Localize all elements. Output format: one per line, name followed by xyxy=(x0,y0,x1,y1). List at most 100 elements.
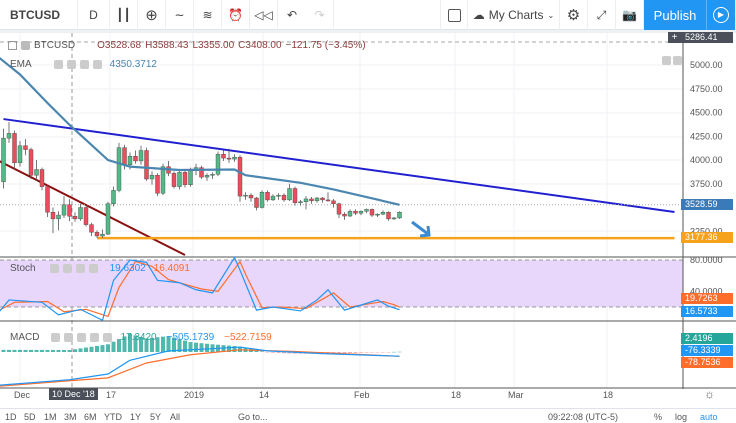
settings-icon[interactable] xyxy=(64,333,74,342)
candle xyxy=(83,207,89,225)
candle xyxy=(386,212,391,220)
log-toggle[interactable]: log xyxy=(675,412,687,422)
macd-histogram-bar xyxy=(12,349,17,352)
add-icon[interactable]: ⊕ xyxy=(138,0,166,30)
fullscreen-icon[interactable]: ⤢ xyxy=(588,0,616,30)
candle xyxy=(160,166,166,194)
eye-icon[interactable] xyxy=(53,60,63,69)
my-charts-button[interactable]: ☁ My Charts ⌄ xyxy=(468,0,560,30)
range-1m[interactable]: 1M xyxy=(44,412,57,422)
candle xyxy=(17,145,23,164)
candle xyxy=(243,194,248,197)
xlabel: Feb xyxy=(354,390,370,400)
candle xyxy=(204,174,210,178)
range-5d[interactable]: 5D xyxy=(24,412,36,422)
candles-icon[interactable]: ┃┃ xyxy=(110,0,138,30)
xlabel: Mar xyxy=(508,390,524,400)
line-icon[interactable]: ∼ xyxy=(166,0,194,30)
price-tick: 4750.00 xyxy=(690,84,723,94)
candle xyxy=(149,174,155,180)
camera-icon[interactable]: 📷 xyxy=(616,0,644,30)
candle xyxy=(39,169,45,187)
eye-icon[interactable] xyxy=(51,333,61,342)
candle xyxy=(105,203,111,235)
legend-symbol[interactable]: BTCUSD xyxy=(34,40,75,51)
candle xyxy=(331,200,336,204)
candle xyxy=(155,174,160,194)
symbol-search[interactable]: BTCUSD xyxy=(0,0,78,30)
indicators-icon[interactable]: ≋ xyxy=(194,0,222,30)
goto-button[interactable]: Go to... xyxy=(238,412,268,422)
macd-histogram-bar xyxy=(95,345,99,352)
play-icon[interactable]: ▶ xyxy=(706,0,736,30)
settings-icon[interactable] xyxy=(62,264,72,273)
arrow-down-icon[interactable] xyxy=(662,56,671,65)
macd-histogram-bar xyxy=(348,352,352,354)
redo-icon[interactable]: ↷ xyxy=(306,0,334,30)
auto-toggle[interactable]: auto xyxy=(700,412,718,422)
range-5y[interactable]: 5Y xyxy=(150,412,161,422)
range-ytd[interactable]: YTD xyxy=(104,412,122,422)
support-price-tag: 3177.36 xyxy=(681,232,733,243)
plus-icon[interactable] xyxy=(90,333,100,342)
collapse-icon[interactable] xyxy=(8,41,17,50)
candle xyxy=(111,190,116,204)
candle xyxy=(188,170,193,185)
square-icon[interactable] xyxy=(440,0,468,30)
scale-icon[interactable] xyxy=(673,56,682,65)
flag-icon xyxy=(21,41,30,50)
candle xyxy=(254,197,259,208)
stoch-tick: 80.0000 xyxy=(690,255,723,265)
eye-icon[interactable] xyxy=(49,264,59,273)
replay-icon[interactable]: ◁◁ xyxy=(250,0,278,30)
legend-high: H3588.43 xyxy=(145,40,189,51)
candle xyxy=(116,147,122,191)
range-all[interactable]: All xyxy=(170,412,180,422)
crosshair-date-tag: 10 Dec '18 xyxy=(49,388,98,400)
percent-toggle[interactable]: % xyxy=(654,412,662,422)
close-icon[interactable] xyxy=(88,264,98,273)
last-price-tag: 3528.59 xyxy=(681,199,733,210)
candle xyxy=(281,194,287,201)
macd-histogram-bar xyxy=(392,351,396,353)
gear-icon[interactable]: ⚙ xyxy=(560,0,588,30)
macd-signal-value: −522.7159 xyxy=(224,332,272,343)
candle xyxy=(309,198,314,202)
settings-sun-icon[interactable]: ☼ xyxy=(704,387,715,401)
alert-icon[interactable]: ⏰ xyxy=(222,0,250,30)
publish-button[interactable]: Publish xyxy=(644,0,706,30)
stoch-d-tag: 19.7263 xyxy=(681,293,733,304)
candle xyxy=(45,186,50,213)
macd-histogram-bar xyxy=(194,342,198,352)
plus-icon[interactable] xyxy=(75,264,85,273)
candle xyxy=(226,157,232,160)
candle xyxy=(276,194,281,197)
settings-icon[interactable] xyxy=(66,60,76,69)
candle xyxy=(50,212,56,220)
range-6m[interactable]: 6M xyxy=(84,412,97,422)
candle xyxy=(303,198,309,202)
range-1y[interactable]: 1Y xyxy=(130,412,141,422)
close-icon[interactable] xyxy=(103,333,113,342)
plus-icon[interactable] xyxy=(79,60,89,69)
macd-histogram-bar xyxy=(23,349,28,352)
price-tick: 4500.00 xyxy=(690,108,723,118)
macd-signal-line xyxy=(0,349,400,387)
stoch-label[interactable]: Stoch xyxy=(10,263,36,274)
macd-histogram-bar xyxy=(353,352,358,353)
ema-label[interactable]: EMA xyxy=(10,59,32,70)
interval-button[interactable]: D xyxy=(78,0,110,30)
close-icon[interactable] xyxy=(92,60,102,69)
braces-icon[interactable] xyxy=(77,333,87,342)
candle xyxy=(177,172,182,187)
candle xyxy=(138,150,144,162)
add-alert-icon[interactable]: + xyxy=(668,32,681,43)
macd-histogram-bar xyxy=(276,352,281,353)
macd-label[interactable]: MACD xyxy=(10,332,39,343)
range-1d[interactable]: 1D xyxy=(5,412,17,422)
macd-histogram-bar xyxy=(62,350,66,352)
range-3m[interactable]: 3M xyxy=(64,412,77,422)
candle xyxy=(56,214,61,220)
undo-icon[interactable]: ↶ xyxy=(278,0,306,30)
macd-histogram-bar xyxy=(260,351,264,352)
